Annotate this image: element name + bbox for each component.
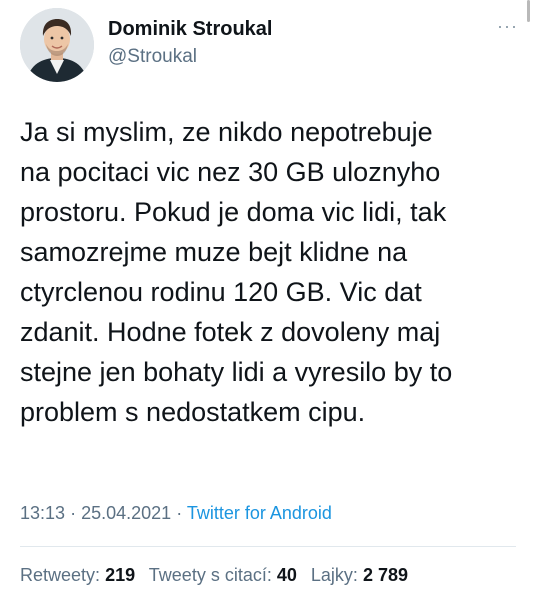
likes-stat[interactable]: Lajky: 2 789 — [311, 565, 408, 585]
tweet-source-link[interactable]: Twitter for Android — [187, 503, 332, 523]
meta-separator: · — [176, 503, 183, 523]
tweet-meta: 13:13 · 25.04.2021 · Twitter for Android — [20, 503, 332, 524]
tweet-text: Ja si myslim, ze nikdo nepotrebuje na po… — [20, 117, 453, 427]
likes-count: 2 789 — [362, 565, 408, 585]
retweets-label: Retweety: — [20, 565, 101, 585]
tweet-card: Dominik Stroukal @Stroukal ··· Ja si mys… — [0, 0, 536, 600]
quote-tweets-label: Tweety s citací: — [148, 565, 272, 585]
avatar[interactable] — [20, 8, 94, 82]
scrollbar-thumb — [527, 0, 530, 22]
retweets-count: 219 — [105, 565, 136, 585]
tweet-date[interactable]: 25.04.2021 — [81, 503, 171, 523]
likes-label: Lajky: — [310, 565, 358, 585]
tweet-time[interactable]: 13:13 — [20, 503, 65, 523]
retweets-stat[interactable]: Retweety: 219 — [20, 565, 135, 585]
tweet-stats: Retweety: 219 Tweety s citací: 40 Lajky:… — [20, 565, 417, 586]
quote-tweets-stat[interactable]: Tweety s citací: 40 — [149, 565, 297, 585]
more-options-icon[interactable]: ··· — [497, 16, 518, 37]
author-display-name[interactable]: Dominik Stroukal — [108, 18, 272, 41]
quote-tweets-count: 40 — [276, 565, 297, 585]
author-handle[interactable]: @Stroukal — [108, 46, 197, 68]
meta-separator: · — [70, 503, 77, 523]
divider — [20, 546, 516, 547]
avatar-image — [20, 8, 94, 82]
